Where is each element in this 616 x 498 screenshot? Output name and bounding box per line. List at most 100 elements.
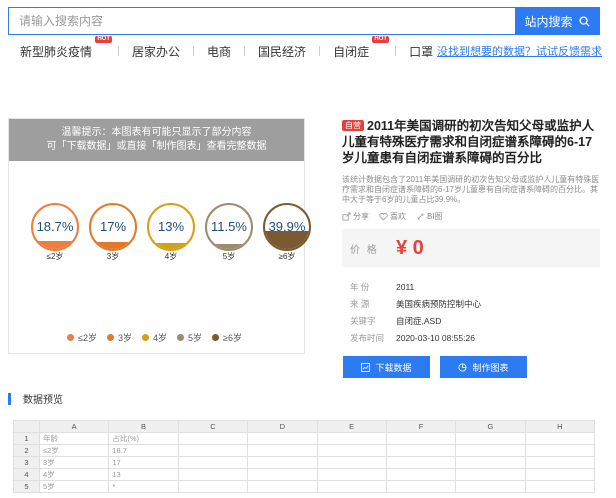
feedback-link[interactable]: 没找到想要的数据？试试反馈需求 (437, 43, 602, 59)
link-icon (417, 213, 424, 220)
table-cell (385, 479, 457, 493)
bubble-fill (207, 243, 251, 249)
meta-row: 年 份 2011 (350, 278, 600, 295)
table-row: 2 ≤2岁 18.7 (13, 443, 596, 457)
bubble-category: ≤2岁 (46, 252, 64, 261)
table-cell (524, 479, 596, 493)
keyword-label: 自闭症 (333, 44, 370, 59)
table-cell: 4岁 (38, 467, 110, 481)
bubble-chart: 18.7% ≤2岁 17% 3岁 13% 4岁 11.5% 5岁 39.9% ≥6岁 (9, 171, 311, 271)
table-cell: 17 (108, 455, 179, 469)
bubble-value: 13% (157, 219, 185, 234)
detail-panel: 自营 2011年美国调研的初次告知父母或监护人儿童有特殊医疗需求和自闭症谱系障碍的… (342, 118, 604, 222)
search-bar: 站内搜索 (8, 7, 600, 35)
notice-line: 可「下载数据」或直接「制作图表」查看完整数据 (46, 141, 267, 152)
meta-row: 发布时间 2020-03-10 08:55:26 (350, 329, 600, 346)
row-number: 2 (13, 443, 40, 457)
keyword-link[interactable]: 自闭症 HOT (333, 35, 390, 60)
keyword-link[interactable]: 居家办公 (132, 43, 180, 60)
table-cell: * (108, 479, 179, 493)
legend-dot (212, 334, 219, 341)
legend-item: 5岁 (176, 331, 202, 344)
bubble-gauge: 18.7% (31, 203, 79, 251)
like-action[interactable]: 喜欢 (379, 211, 406, 222)
legend-dot (176, 334, 184, 341)
divider (193, 46, 195, 56)
table-cell (455, 443, 526, 457)
download-label: 下载数据 (375, 362, 412, 373)
column-header: C (177, 420, 249, 433)
keyword-label: 新型肺炎疫情 (20, 44, 93, 59)
chart-legend: ≤2岁 3岁 4岁 5岁 ≥6岁 (67, 331, 242, 344)
divider (244, 46, 246, 56)
legend-label: 4岁 (152, 333, 167, 343)
column-header: D (247, 420, 318, 433)
table-cell (455, 467, 526, 481)
bubble-value: 39.9% (268, 219, 306, 234)
table-cell: 占比(%) (108, 431, 179, 445)
download-data-button[interactable]: 下载数据 (343, 356, 430, 378)
keyword-label: 国民经济 (258, 44, 307, 59)
table-cell (177, 467, 249, 481)
row-number: 5 (13, 479, 40, 493)
column-header: E (316, 420, 387, 433)
legend-label: ≤2岁 (78, 333, 97, 343)
bubble-category: 5岁 (222, 252, 236, 261)
notice-banner: 温馨提示：本图表有可能只显示了部分内容 可「下载数据」或直接「制作图表」查看完整… (9, 119, 304, 161)
meta-row: 来 源 美国疾病预防控制中心 (350, 295, 600, 312)
hot-badge: HOT (95, 35, 113, 43)
bubble-fill (33, 240, 77, 249)
legend-dot (67, 334, 74, 341)
table-cell (247, 431, 318, 445)
legend-item: 4岁 (141, 331, 167, 344)
table-cell: 5岁 (38, 479, 110, 493)
table-row: 5 5岁 * (13, 479, 596, 493)
divider (319, 46, 321, 56)
column-header: H (524, 420, 596, 433)
keyword-link[interactable]: 国民经济 (258, 43, 306, 60)
data-preview-table: A B C D E F G H 1 年龄 占比(%) 2 ≤2岁 18.7 3 3岁 17 … (13, 420, 596, 493)
row-number: 1 (13, 431, 40, 445)
chart-preview: 温馨提示：本图表有可能只显示了部分内容 可「下载数据」或直接「制作图表」查看完整… (8, 118, 311, 354)
search-input[interactable] (9, 8, 515, 34)
hot-keywords: 新型肺炎疫情 HOT 居家办公 电商 国民经济 自闭症 HOT 口罩 没找到想要的数… (20, 35, 602, 60)
table-cell (247, 467, 318, 481)
table-row: 3 3岁 17 (13, 455, 596, 469)
table-row: 1 年龄 占比(%) (13, 431, 596, 445)
make-chart-label: 制作图表 (472, 362, 509, 373)
data-preview-header: 数据预览 (8, 391, 63, 406)
keyword-link[interactable]: 电商 (207, 43, 231, 60)
legend-dot (141, 334, 149, 341)
legend-label: 5岁 (187, 333, 202, 343)
hot-badge: HOT (372, 35, 390, 43)
make-chart-button[interactable]: 制作图表 (440, 356, 527, 378)
meta-key: 发布时间 (350, 332, 385, 343)
table-cell (247, 443, 318, 457)
table-cell (247, 455, 318, 469)
search-icon (578, 15, 590, 27)
bi-label: BI图 (427, 212, 443, 221)
column-header: F (385, 420, 457, 433)
dataset-title: 自营 2011年美国调研的初次告知父母或监护人儿童有特殊医疗需求和自闭症谱系障碍的… (342, 118, 604, 166)
self-run-tag: 自营 (342, 120, 364, 131)
share-action[interactable]: 分享 (342, 211, 369, 222)
bubble-category: ≥6岁 (278, 252, 296, 261)
price-box: 价 格 ¥ 0 (342, 229, 600, 267)
bi-action[interactable]: BI图 (416, 211, 443, 222)
search-button[interactable]: 站内搜索 (515, 8, 599, 34)
keyword-label: 口罩 (409, 44, 434, 59)
table-cell (524, 431, 596, 445)
table-cell (455, 455, 526, 469)
bubble-fill (265, 231, 309, 249)
table-cell (316, 431, 387, 445)
meta-row: 关键字 自闭症,ASD (350, 312, 600, 329)
heart-icon (379, 213, 388, 221)
table-cell (524, 467, 596, 481)
keyword-link[interactable]: 新型肺炎疫情 HOT (20, 35, 113, 60)
divider (395, 46, 397, 56)
price-label: 价 格 (350, 244, 379, 256)
table-cell: 13 (108, 467, 179, 481)
keyword-label: 电商 (207, 44, 232, 59)
keyword-link[interactable]: 口罩 (409, 43, 433, 60)
divider (118, 46, 120, 56)
